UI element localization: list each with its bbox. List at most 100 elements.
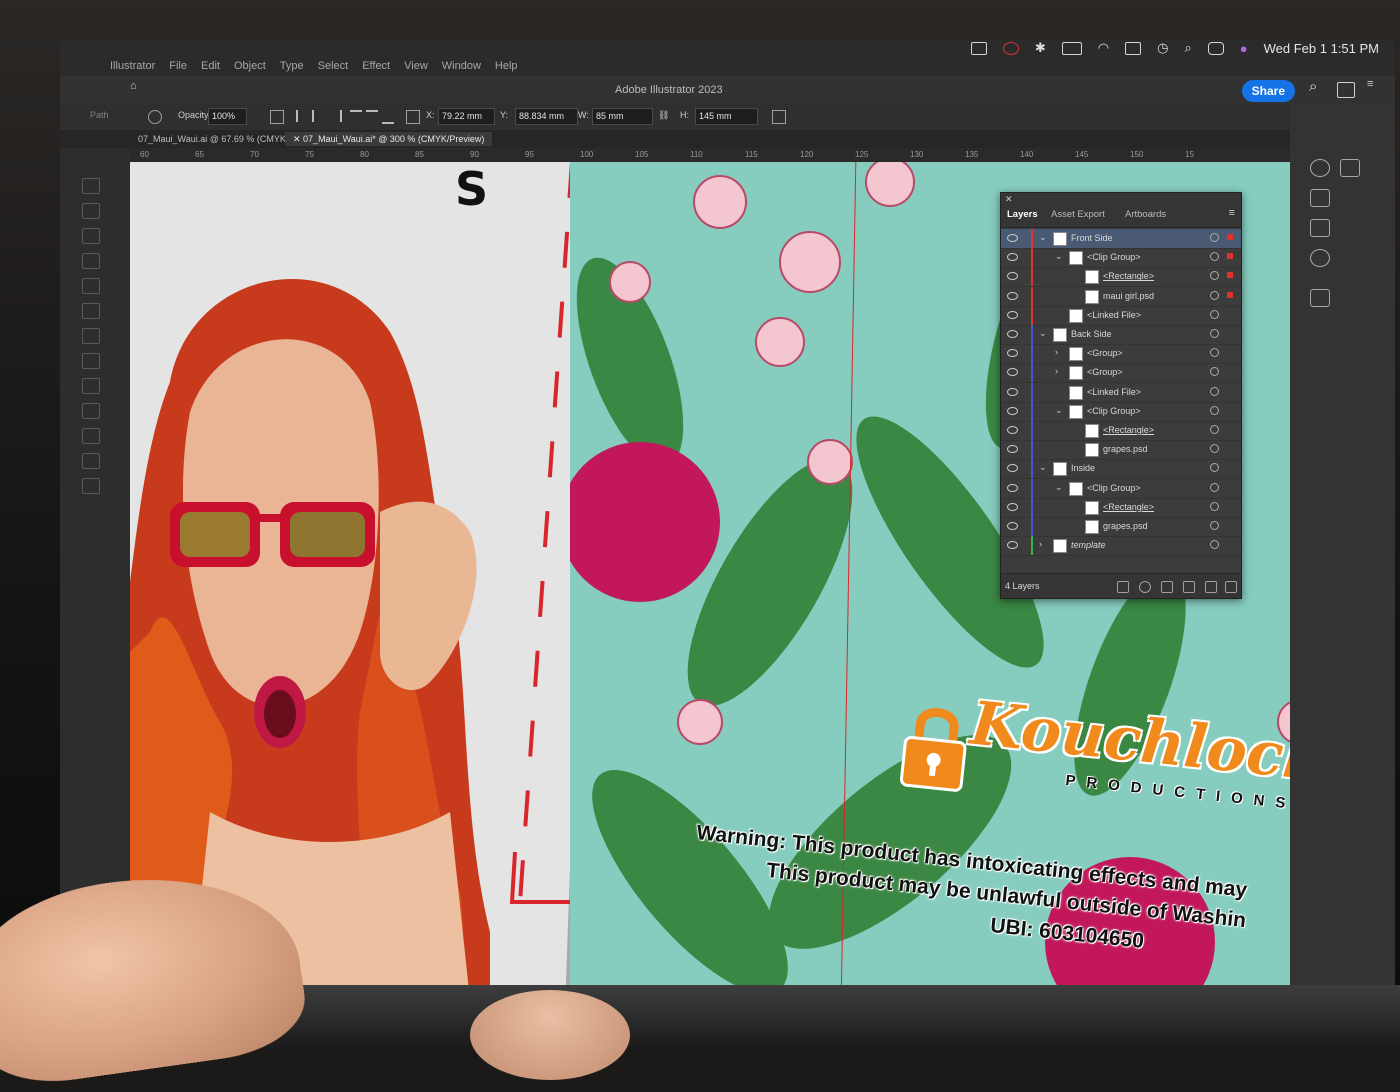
y-field[interactable]: 88.834 mm bbox=[515, 108, 578, 125]
control-center-icon[interactable] bbox=[1207, 41, 1224, 55]
selection-indicator[interactable] bbox=[1227, 253, 1233, 260]
selection-indicator[interactable] bbox=[1227, 272, 1233, 279]
layer-row[interactable]: maui girl.psd bbox=[1001, 286, 1241, 307]
chevron-down-icon[interactable]: ⌄ bbox=[1055, 482, 1063, 493]
pencil-tool-icon[interactable] bbox=[82, 353, 100, 369]
layer-row[interactable]: ⌄ Back Side bbox=[1001, 325, 1241, 345]
workspace-icon[interactable] bbox=[1337, 82, 1355, 98]
menu-effect[interactable]: Effect bbox=[362, 60, 390, 72]
target-icon[interactable] bbox=[1210, 405, 1219, 415]
chevron-down-icon[interactable]: ⌄ bbox=[1055, 405, 1063, 416]
menu-help[interactable]: Help bbox=[495, 60, 518, 72]
artboard-canvas[interactable]: S Kouchlock PRODUCTIONS Warning: This pr… bbox=[130, 162, 1290, 1000]
line-tool-icon[interactable] bbox=[82, 278, 100, 294]
target-icon[interactable] bbox=[1210, 309, 1219, 319]
paintbrush-tool-icon[interactable] bbox=[82, 328, 100, 344]
layer-row[interactable]: <Linked File> bbox=[1001, 382, 1241, 403]
menu-file[interactable]: File bbox=[169, 60, 187, 72]
brushes-icon[interactable] bbox=[1310, 219, 1330, 237]
selection-indicator[interactable] bbox=[1227, 291, 1233, 298]
recording-icon[interactable] bbox=[1002, 41, 1019, 55]
target-icon[interactable] bbox=[1210, 252, 1219, 262]
menubar-datetime[interactable]: Wed Feb 1 1:51 PM bbox=[1264, 41, 1379, 56]
layer-row[interactable]: ⌄ Front Side bbox=[1001, 229, 1241, 249]
visibility-eye-icon[interactable] bbox=[1007, 483, 1018, 492]
target-icon[interactable] bbox=[1210, 463, 1219, 473]
visibility-eye-icon[interactable] bbox=[1007, 541, 1018, 550]
chevron-down-icon[interactable]: ⌄ bbox=[1055, 251, 1063, 262]
layer-row[interactable]: › <Group> bbox=[1001, 363, 1241, 384]
align-center-icon[interactable] bbox=[312, 110, 326, 122]
eyedropper-tool-icon[interactable] bbox=[82, 428, 100, 444]
arrange-icon[interactable]: ≡ bbox=[1367, 78, 1383, 92]
rotate-tool-icon[interactable] bbox=[82, 378, 100, 394]
menu-edit[interactable]: Edit bbox=[201, 60, 220, 72]
search-icon[interactable]: ⌕ bbox=[1309, 78, 1325, 95]
chevron-right-icon[interactable]: › bbox=[1055, 366, 1058, 376]
target-icon[interactable] bbox=[1210, 367, 1219, 377]
screen-mirroring-icon[interactable] bbox=[1125, 41, 1142, 55]
h-field[interactable]: 145 mm bbox=[695, 108, 758, 125]
export-icon[interactable] bbox=[1117, 581, 1129, 593]
wifi-icon[interactable]: ◠ bbox=[1098, 40, 1109, 56]
type-tool-icon[interactable] bbox=[82, 253, 100, 269]
chevron-right-icon[interactable]: › bbox=[1055, 347, 1058, 357]
target-icon[interactable] bbox=[1210, 348, 1219, 358]
selection-tool-icon[interactable] bbox=[82, 178, 100, 194]
layer-row[interactable]: ⌄ <Clip Group> bbox=[1001, 248, 1241, 269]
visibility-eye-icon[interactable] bbox=[1007, 310, 1018, 319]
pen-tool-icon[interactable] bbox=[82, 228, 100, 244]
visibility-eye-icon[interactable] bbox=[1007, 426, 1018, 434]
menu-object[interactable]: Object bbox=[234, 60, 266, 72]
chevron-right-icon[interactable]: › bbox=[1039, 539, 1042, 549]
visibility-eye-icon[interactable] bbox=[1007, 522, 1018, 530]
chevron-down-icon[interactable]: ⌄ bbox=[1039, 328, 1047, 339]
siri-icon[interactable]: ● bbox=[1240, 41, 1248, 56]
tab-document-2[interactable]: ✕ 07_Maui_Waui.ai* @ 300 % (CMYK/Preview… bbox=[285, 132, 493, 146]
transform-grid-icon[interactable] bbox=[406, 110, 420, 124]
align-right-icon[interactable] bbox=[328, 110, 342, 122]
rectangle-tool-icon[interactable] bbox=[82, 303, 100, 319]
visibility-eye-icon[interactable] bbox=[1007, 387, 1018, 396]
layer-row[interactable]: <Rectangle> bbox=[1001, 267, 1241, 288]
close-icon[interactable]: ✕ bbox=[1005, 194, 1013, 205]
horizontal-ruler[interactable]: 60 65 70 75 80 85 90 95 100 105 110 115 … bbox=[130, 148, 1290, 163]
target-icon[interactable] bbox=[1210, 501, 1219, 511]
target-icon[interactable] bbox=[1210, 271, 1219, 281]
visibility-eye-icon[interactable] bbox=[1007, 349, 1018, 358]
visibility-eye-icon[interactable] bbox=[1007, 253, 1018, 262]
menu-window[interactable]: Window bbox=[442, 60, 481, 72]
search-icon[interactable]: ⌕ bbox=[1184, 40, 1191, 56]
visibility-eye-icon[interactable] bbox=[1007, 291, 1018, 300]
visibility-eye-icon[interactable] bbox=[1007, 445, 1018, 454]
layer-row[interactable]: grapes.psd bbox=[1001, 440, 1241, 461]
layer-row[interactable]: ⌄ <Clip Group> bbox=[1001, 401, 1241, 422]
w-field[interactable]: 85 mm bbox=[592, 108, 653, 125]
menu-select[interactable]: Select bbox=[318, 60, 349, 72]
layer-row[interactable]: grapes.psd bbox=[1001, 517, 1241, 537]
layer-row[interactable]: <Rectangle> bbox=[1001, 497, 1241, 518]
color-icon[interactable] bbox=[1310, 159, 1330, 177]
tab-layers[interactable]: Layers bbox=[1007, 209, 1038, 220]
constrain-link-icon[interactable]: ⛓ bbox=[658, 110, 669, 121]
target-icon[interactable] bbox=[1210, 233, 1219, 242]
target-icon[interactable] bbox=[1210, 425, 1219, 434]
x-field[interactable]: 79.22 mm bbox=[438, 108, 495, 125]
recolor-icon[interactable] bbox=[270, 110, 284, 124]
hand-tool-icon[interactable] bbox=[82, 453, 100, 469]
target-icon[interactable] bbox=[1210, 290, 1219, 300]
display-icon[interactable] bbox=[970, 41, 987, 55]
align-left-icon[interactable] bbox=[296, 110, 310, 122]
opacity-field[interactable]: 100% bbox=[208, 108, 247, 125]
transform-icon[interactable] bbox=[772, 110, 786, 124]
zoom-tool-icon[interactable] bbox=[82, 478, 100, 494]
layer-row[interactable]: › template bbox=[1001, 536, 1241, 557]
layer-row[interactable]: ⌄ <Clip Group> bbox=[1001, 478, 1241, 499]
tab-artboards[interactable]: Artboards bbox=[1125, 209, 1166, 220]
gradient-icon[interactable] bbox=[1310, 189, 1330, 207]
selection-indicator[interactable] bbox=[1227, 234, 1233, 240]
visibility-eye-icon[interactable] bbox=[1007, 234, 1018, 242]
direct-selection-tool-icon[interactable] bbox=[82, 203, 100, 219]
comments-icon[interactable] bbox=[1310, 289, 1330, 307]
home-icon[interactable]: ⌂ bbox=[130, 80, 146, 94]
